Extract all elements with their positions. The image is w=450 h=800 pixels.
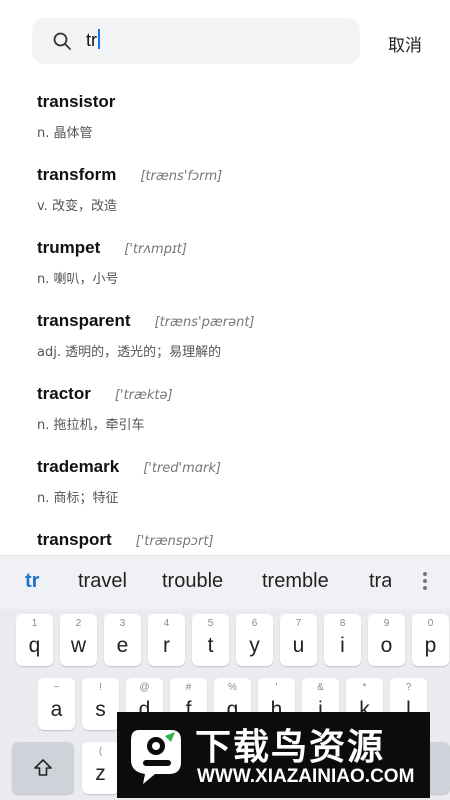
list-item[interactable]: tractor ['træktə] n. 拖拉机，牵引车 [37,384,437,454]
suggestion-item[interactable]: tremble [262,570,329,593]
watermark-title: 下载鸟资源 [195,727,386,768]
result-phonetic: ['tred'mɑrk] [143,461,221,476]
results-list: transistor n. 晶体管 transform [træns'fɔrm] … [0,80,450,555]
result-definition: n. 喇叭，小号 [37,272,119,287]
result-word: trumpet [37,238,101,257]
result-definition: n. 拖拉机，牵引车 [37,418,145,433]
result-word: transparent [37,311,131,330]
key-i[interactable]: 8i [324,614,361,666]
search-icon [52,31,72,51]
search-bar[interactable]: tr [32,18,360,64]
search-input[interactable]: tr [86,29,100,53]
result-word: trademark [37,457,120,476]
key-p[interactable]: 0p [412,614,449,666]
result-phonetic: [træns'fɔrm] [140,169,223,184]
key-z[interactable]: (z [82,742,119,794]
result-definition: n. 商标；特征 [37,491,119,506]
result-word: transform [37,165,117,184]
result-definition: v. 改变，改造 [37,199,117,214]
suggestion-item[interactable]: trouble [162,570,223,593]
text-caret [98,29,100,49]
key-q[interactable]: 1q [16,614,53,666]
bird-logo-icon [131,730,181,784]
result-word: tractor [37,384,91,403]
list-item[interactable]: transistor n. 晶体管 [37,92,437,162]
key-o[interactable]: 9o [368,614,405,666]
result-word: transport [37,530,112,549]
key-t[interactable]: 5t [192,614,229,666]
result-definition: adj. 透明的，透光的；易理解的 [37,345,222,360]
shift-icon [34,759,52,776]
list-item[interactable]: trademark ['tred'mɑrk] n. 商标；特征 [37,457,437,527]
key-e[interactable]: 3e [104,614,141,666]
key-w[interactable]: 2w [60,614,97,666]
key-u[interactable]: 7u [280,614,317,666]
cancel-button[interactable]: 取消 [388,31,422,56]
result-phonetic: [træns'pærənt] [154,315,255,330]
result-definition: n. 晶体管 [37,126,93,141]
result-phonetic: ['trænspɔrt] [135,534,214,549]
shift-key[interactable] [12,742,74,794]
watermark-url: WWW.XIAZAINIAO.COM [197,766,415,787]
result-word: transistor [37,92,116,111]
key-y[interactable]: 6y [236,614,273,666]
suggestion-bar: tr travel trouble tremble tra [0,555,450,609]
list-item[interactable]: transform [træns'fɔrm] v. 改变，改造 [37,165,437,235]
suggestion-item[interactable]: travel [78,570,127,593]
result-phonetic: ['træktə] [114,388,173,403]
key-r[interactable]: 4r [148,614,185,666]
watermark-banner: 下载鸟资源 WWW.XIAZAINIAO.COM [117,712,430,798]
list-item[interactable]: transport ['trænspɔrt] [37,530,437,555]
list-item[interactable]: transparent [træns'pærənt] adj. 透明的，透光的；易… [37,311,437,381]
key-a[interactable]: ~ a [38,678,75,730]
suggestion-current[interactable]: tr [25,570,39,593]
suggestion-item[interactable]: tra [369,570,391,593]
search-query: tr [86,30,97,50]
result-phonetic: ['trʌmpɪt] [124,242,187,257]
more-vertical-icon[interactable] [420,570,430,594]
key-s[interactable]: ! s [82,678,119,730]
list-item[interactable]: trumpet ['trʌmpɪt] n. 喇叭，小号 [37,238,437,308]
